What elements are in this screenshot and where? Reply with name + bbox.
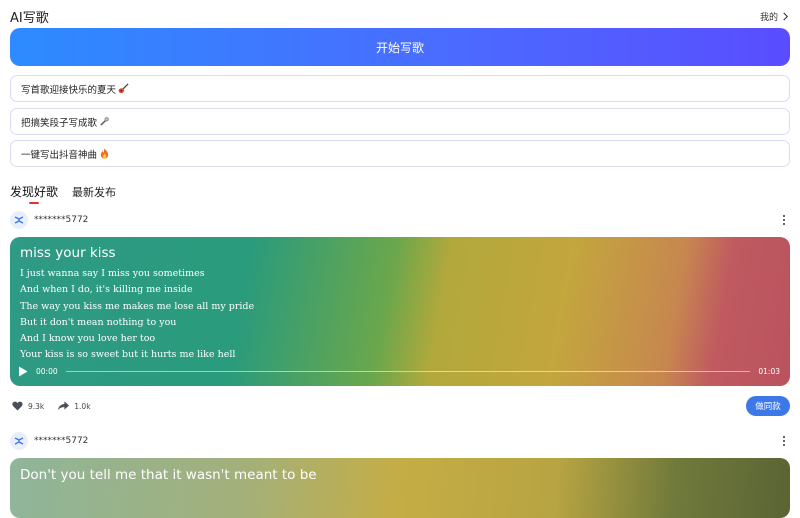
make-same-button[interactable]: 做同款 bbox=[746, 396, 790, 416]
song-card[interactable]: miss your kiss I just wanna say I miss y… bbox=[10, 237, 790, 386]
user-name[interactable]: *******5772 bbox=[34, 215, 88, 225]
fire-icon bbox=[99, 148, 110, 159]
song-title: Don't you tell me that it wasn't meant t… bbox=[20, 467, 317, 483]
start-writing-button[interactable]: 开始写歌 bbox=[10, 28, 790, 66]
mine-label: 我的 bbox=[759, 12, 778, 23]
feed-tabs: 发现好歌 最新发布 bbox=[10, 183, 116, 204]
lyric-line: I just wanna say I miss you sometimes bbox=[20, 268, 205, 279]
song-card[interactable]: Don't you tell me that it wasn't meant t… bbox=[10, 458, 790, 518]
song-title: miss your kiss bbox=[20, 245, 116, 261]
lyrics: I just wanna say I miss you sometimes An… bbox=[20, 266, 254, 364]
chevron-right-icon bbox=[783, 12, 789, 20]
tab-latest[interactable]: 最新发布 bbox=[72, 184, 116, 204]
prompt-label: 把搞笑段子写成歌 bbox=[21, 117, 98, 129]
lyric-line: But it don't mean nothing to you bbox=[20, 316, 177, 328]
more-vertical-icon bbox=[783, 215, 785, 225]
like-count: 9.3k bbox=[28, 401, 45, 411]
prompt-joke-song[interactable]: 把搞笑段子写成歌 bbox=[10, 108, 790, 135]
share-button[interactable]: 1.0k bbox=[58, 401, 91, 411]
app-logo-icon bbox=[14, 437, 24, 445]
avatar[interactable] bbox=[10, 432, 28, 450]
play-icon[interactable] bbox=[18, 366, 28, 377]
more-options-button[interactable] bbox=[778, 434, 790, 448]
more-vertical-icon bbox=[783, 436, 785, 446]
song-author-row: *******5772 bbox=[10, 211, 790, 229]
audio-player: 00:00 01:03 bbox=[18, 364, 780, 378]
progress-track[interactable] bbox=[65, 370, 751, 372]
prompt-douyin-song[interactable]: 一键写出抖音神曲 bbox=[10, 140, 790, 167]
share-icon bbox=[58, 401, 70, 411]
more-options-button[interactable] bbox=[778, 213, 790, 227]
app-title: AI写歌 bbox=[10, 10, 49, 26]
prompt-label: 一键写出抖音神曲 bbox=[21, 149, 98, 161]
lyric-line: The way you kiss me makes me lose all my… bbox=[20, 300, 255, 312]
prompt-summer-song[interactable]: 写首歌迎接快乐的夏天 bbox=[10, 75, 790, 102]
lyric-line: And when I do, it's killing me inside bbox=[20, 284, 193, 296]
tab-discover[interactable]: 发现好歌 bbox=[10, 183, 58, 204]
mine-link[interactable]: 我的 bbox=[760, 10, 790, 23]
user-name[interactable]: *******5772 bbox=[34, 436, 88, 446]
lyric-line: And I know you love her too bbox=[20, 333, 156, 345]
song-actions: 9.3k 1.0k 做同款 bbox=[10, 396, 790, 416]
top-bar: AI写歌 我的 bbox=[10, 6, 790, 26]
song-author-row: *******5772 bbox=[10, 432, 790, 450]
prompt-label: 写首歌迎接快乐的夏天 bbox=[21, 84, 117, 96]
like-button[interactable]: 9.3k bbox=[12, 401, 44, 411]
heart-icon bbox=[12, 401, 23, 411]
lyric-line: Your kiss is so sweet but it hurts me li… bbox=[20, 349, 236, 361]
microphone-icon bbox=[99, 116, 110, 127]
share-count: 1.0k bbox=[74, 401, 91, 411]
guitar-icon bbox=[118, 83, 129, 94]
duration: 01:03 bbox=[758, 366, 780, 376]
current-time: 00:00 bbox=[36, 366, 58, 376]
app-logo-icon bbox=[14, 216, 24, 224]
avatar[interactable] bbox=[10, 211, 28, 229]
